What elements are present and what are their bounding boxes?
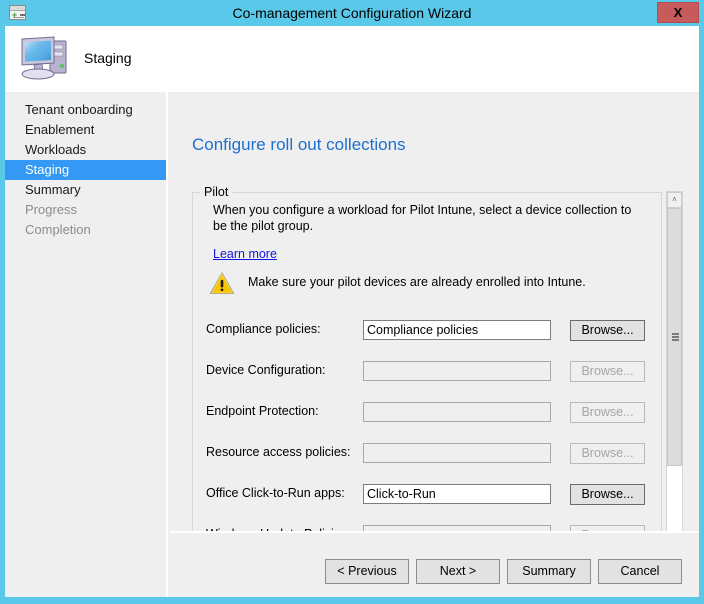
sidebar-item-workloads[interactable]: Workloads [5,140,166,160]
scrollbar-thumb[interactable] [667,208,682,466]
input-endpoint-protection [363,402,551,422]
label-device-configuration: Device Configuration: [206,363,326,377]
browse-button-endpoint-protection: Browse... [570,402,645,423]
browse-button-device-configuration: Browse... [570,361,645,382]
browse-button-office-click-to-run-apps[interactable]: Browse... [570,484,645,505]
sidebar-item-progress: Progress [5,200,166,220]
input-resource-access-policies [363,443,551,463]
pilot-group-legend: Pilot [200,185,232,199]
content-scrollbar[interactable]: ˄ ˅ [666,191,683,555]
browse-button-resource-access-policies: Browse... [570,443,645,464]
wizard-header: Staging [5,26,699,92]
client-area: Staging Tenant onboarding Enablement Wor… [5,26,699,597]
cancel-button[interactable]: Cancel [598,559,682,584]
title-bar: ··· + Co-management Configuration Wizard… [0,0,704,26]
scrollbar-track[interactable] [667,208,682,538]
wizard-step-list: Tenant onboarding Enablement Workloads S… [5,92,168,597]
window-title: Co-management Configuration Wizard [0,0,704,26]
form-row-device-configuration: Device Configuration: Browse... [170,361,699,381]
warning-triangle-icon [208,270,236,296]
sidebar-item-summary[interactable]: Summary [5,180,166,200]
label-compliance-policies: Compliance policies: [206,322,321,336]
computer-icon [16,33,72,83]
header-title: Staging [84,50,131,66]
sidebar-item-tenant-onboarding[interactable]: Tenant onboarding [5,100,166,120]
close-button[interactable]: X [657,2,699,23]
sidebar-item-completion: Completion [5,220,166,240]
page-title: Configure roll out collections [192,135,406,155]
form-row-office-click-to-run-apps: Office Click-to-Run apps: Browse... [170,484,699,504]
input-office-click-to-run-apps[interactable] [363,484,551,504]
scrollbar-grip-icon [672,333,679,341]
footer-button-bar: < Previous Next > Summary Cancel [170,533,699,597]
label-endpoint-protection: Endpoint Protection: [206,404,319,418]
form-row-endpoint-protection: Endpoint Protection: Browse... [170,402,699,422]
summary-button[interactable]: Summary [507,559,591,584]
input-compliance-policies[interactable] [363,320,551,340]
sidebar-item-staging[interactable]: Staging [5,160,166,180]
form-row-resource-access-policies: Resource access policies: Browse... [170,443,699,463]
next-button[interactable]: Next > [416,559,500,584]
content-pane: Configure roll out collections Pilot Whe… [170,92,699,597]
warning-row: Make sure your pilot devices are already… [208,270,648,302]
label-office-click-to-run-apps: Office Click-to-Run apps: [206,486,345,500]
learn-more-link[interactable]: Learn more [213,247,277,261]
warning-text: Make sure your pilot devices are already… [248,275,586,289]
form-row-compliance-policies: Compliance policies: Browse... [170,320,699,340]
input-device-configuration [363,361,551,381]
pilot-description: When you configure a workload for Pilot … [213,202,648,234]
previous-button[interactable]: < Previous [325,559,409,584]
scroll-up-arrow-icon[interactable]: ˄ [667,192,682,208]
sidebar-item-enablement[interactable]: Enablement [5,120,166,140]
browse-button-compliance-policies[interactable]: Browse... [570,320,645,341]
label-resource-access-policies: Resource access policies: [206,445,351,459]
wizard-window: ··· + Co-management Configuration Wizard… [0,0,704,604]
